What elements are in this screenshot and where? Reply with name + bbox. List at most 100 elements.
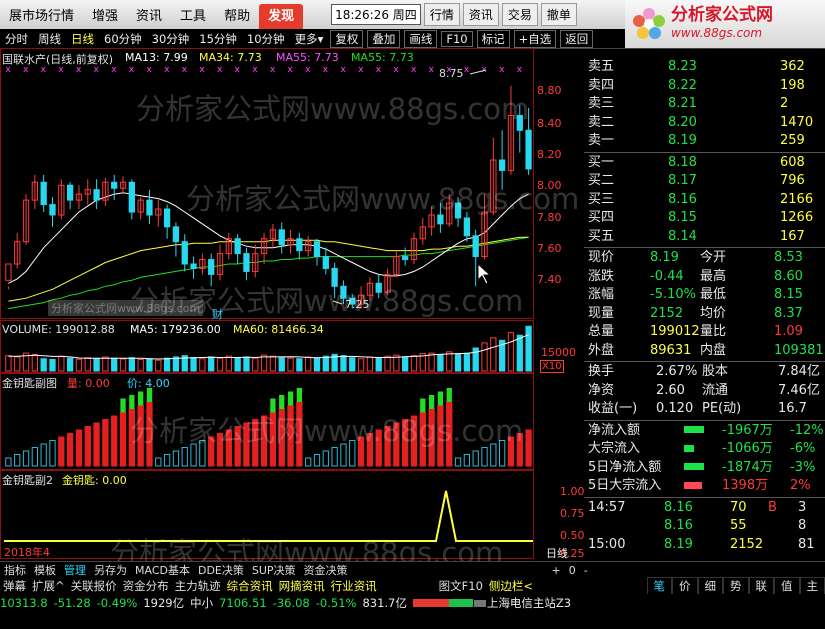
menu-item-news[interactable]: 资讯: [127, 5, 171, 24]
tick-row[interactable]: 14:57 8.16 70 B 3: [584, 499, 825, 517]
flow-row[interactable]: 5日净流入额 -1874万 -3%: [584, 459, 825, 477]
zoom-reset-button[interactable]: 0: [565, 564, 580, 577]
volume-bar: [225, 355, 232, 372]
func-web-news[interactable]: 网摘资讯: [276, 578, 328, 594]
f10-button[interactable]: F10: [441, 30, 473, 47]
sell-volume: 2: [780, 96, 789, 111]
stat-row[interactable]: 外盘 89631 内盘 109381: [584, 342, 825, 360]
draw-line-button[interactable]: 画线: [404, 29, 438, 48]
stat-row[interactable]: 现量 2152 均价 8.37: [584, 305, 825, 323]
panel-trades[interactable]: 笔: [646, 577, 672, 594]
tab-sup[interactable]: SUP决策: [248, 562, 300, 578]
buy-level-2[interactable]: 买二 8.17 796: [584, 172, 825, 190]
flow-row[interactable]: 大宗流入 -1066万 -6%: [584, 440, 825, 458]
menu-item-tools[interactable]: 工具: [171, 5, 215, 24]
stat-row[interactable]: 涨跌 -0.44 最高 8.60: [584, 268, 825, 286]
sell-level-5[interactable]: 卖五 8.23 362: [584, 58, 825, 76]
period-10min[interactable]: 10分钟: [242, 31, 290, 47]
period-weekly[interactable]: 周线: [33, 31, 66, 47]
restore-rights-button[interactable]: 复权: [330, 29, 364, 48]
f10-text-button[interactable]: 图文F10: [436, 578, 486, 594]
menu-item-discover[interactable]: 发现: [259, 4, 304, 29]
panel-trend[interactable]: 势: [723, 577, 749, 594]
chart-panel[interactable]: xxxxxxxxxxxxxxxxxxxxxxxxxxxxxx 国联水产(日线,前…: [0, 48, 585, 570]
panel-value[interactable]: 值: [774, 577, 800, 594]
finance-row[interactable]: 换手 2.67% 股本 7.84亿: [584, 363, 825, 381]
buy-level-3[interactable]: 买三 8.16 2166: [584, 191, 825, 209]
signal-marker: x: [217, 65, 223, 75]
sell-level-3[interactable]: 卖三 8.21 2: [584, 95, 825, 113]
tick-price: 8.16: [664, 499, 693, 515]
func-industry-news[interactable]: 行业资讯: [328, 578, 380, 594]
stat-label: 现价: [588, 250, 615, 265]
func-main-track[interactable]: 主力轨迹: [172, 578, 224, 594]
volume-bar: [269, 355, 277, 372]
zoom-in-button[interactable]: +: [548, 564, 565, 577]
tab-indicator[interactable]: 指标: [0, 562, 30, 578]
period-daily[interactable]: 日线: [66, 31, 99, 47]
tab-save-as[interactable]: 另存为: [90, 562, 131, 578]
back-button[interactable]: 返回: [560, 29, 594, 48]
period-intraday[interactable]: 分时: [0, 31, 33, 47]
overlay-button[interactable]: 叠加: [367, 29, 401, 48]
news-button[interactable]: 资讯: [462, 3, 499, 26]
period-more[interactable]: 更多▾: [290, 31, 329, 47]
cancel-order-button[interactable]: 撤单: [540, 3, 577, 26]
flow-row[interactable]: 净流入额 -1967万 -12%: [584, 422, 825, 440]
stat-row[interactable]: 现价 8.19 今开 8.53: [584, 249, 825, 267]
func-fund-distribution[interactable]: 资金分布: [120, 578, 172, 594]
volume-bar: [278, 357, 285, 372]
func-expand[interactable]: 扩展^: [29, 578, 68, 594]
sell-level-2[interactable]: 卖二 8.20 1470: [584, 114, 825, 132]
tab-template[interactable]: 模板: [30, 562, 60, 578]
menu-item-help[interactable]: 帮助: [215, 5, 259, 24]
period-60min[interactable]: 60分钟: [99, 31, 147, 47]
panel-price[interactable]: 价: [672, 577, 698, 594]
period-15min[interactable]: 15分钟: [194, 31, 242, 47]
sell-level-1[interactable]: 卖一 8.19 259: [584, 132, 825, 150]
func-related-quote[interactable]: 关联报价: [68, 578, 120, 594]
buy-level-1[interactable]: 买一 8.18 608: [584, 154, 825, 172]
sell-level-4[interactable]: 卖四 8.22 198: [584, 77, 825, 95]
period-30min[interactable]: 30分钟: [147, 31, 195, 47]
stat-row[interactable]: 总量 199012 量比 1.09: [584, 323, 825, 341]
panel-main[interactable]: 主: [799, 577, 825, 594]
finance-marker[interactable]: 财: [212, 306, 223, 322]
stat-row[interactable]: 涨幅 -5.10% 最低 8.15: [584, 286, 825, 304]
trade-button[interactable]: 交易: [501, 3, 538, 26]
finance-row[interactable]: 收益(一) 0.120 PE(动) 16.7: [584, 400, 825, 418]
tick-row[interactable]: 8.16 55 8: [584, 517, 825, 535]
candle-body: [172, 226, 180, 243]
buy-level-4[interactable]: 买四 8.15 1266: [584, 209, 825, 227]
sidebar-toggle[interactable]: 侧边栏<: [486, 578, 536, 594]
func-general-news[interactable]: 综合资讯: [224, 578, 276, 594]
indicator1-bar: [305, 457, 312, 467]
func-danmaku[interactable]: 弹幕: [0, 578, 29, 594]
tab-macd[interactable]: MACD基本: [131, 562, 194, 578]
quote-button[interactable]: 行情: [423, 3, 460, 26]
volume-bar: [66, 357, 74, 372]
mark-button[interactable]: 标记: [476, 29, 510, 48]
tab-dde[interactable]: DDE决策: [194, 562, 248, 578]
price-tick-6: 7.60: [537, 242, 562, 255]
add-favorite-button[interactable]: +自选: [513, 29, 557, 48]
menu-item-market[interactable]: 展市场行情: [0, 5, 83, 24]
divider: [584, 361, 825, 362]
tick-count: 3: [798, 499, 807, 515]
finance-row[interactable]: 净资 2.60 流通 7.46亿: [584, 382, 825, 400]
panel-link[interactable]: 联: [748, 577, 774, 594]
flow-row[interactable]: 5日大宗流入 1398万 2%: [584, 477, 825, 495]
indicator1-top: [279, 395, 285, 409]
panel-detail[interactable]: 细: [697, 577, 723, 594]
candle-body: [463, 217, 471, 237]
signal-marker: x: [499, 65, 505, 75]
watermark-small-1: 分析家公式网www.88gs.com: [48, 300, 204, 316]
zoom-out-button[interactable]: -: [580, 564, 592, 577]
tick-row[interactable]: 15:00 8.19 2152 81: [584, 536, 825, 554]
volume-bar: [384, 355, 391, 372]
tab-fund[interactable]: 资金决策: [300, 562, 352, 578]
buy-level-5[interactable]: 买五 8.14 167: [584, 228, 825, 246]
index-pct: -0.49%: [96, 596, 138, 610]
tab-manage[interactable]: 管理: [60, 562, 90, 578]
menu-item-enhance[interactable]: 增强: [83, 5, 127, 24]
